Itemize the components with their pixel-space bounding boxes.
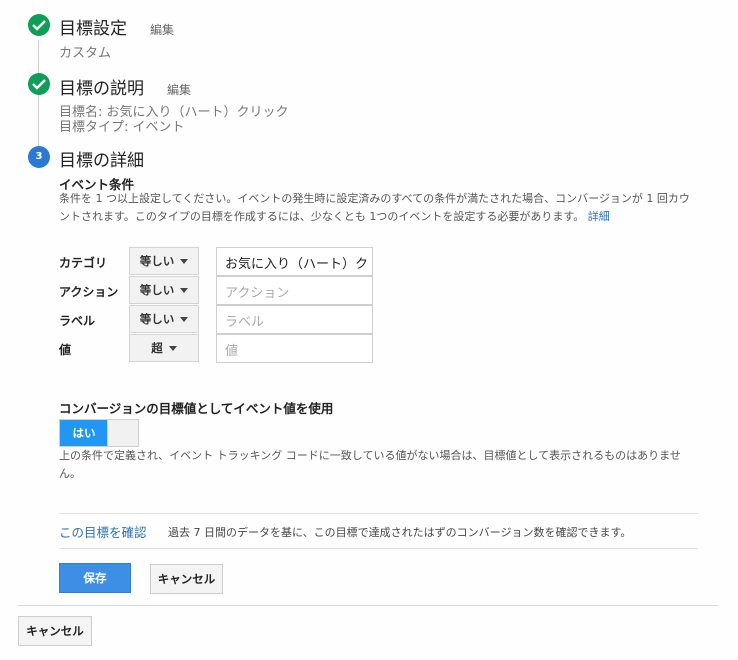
divider	[59, 513, 698, 514]
step-number-badge: 3	[28, 146, 50, 168]
label-operator-dropdown[interactable]: 等しい	[129, 305, 199, 333]
category-label: カテゴリ	[59, 256, 108, 270]
step-title-goal-description: 目標の説明	[59, 79, 144, 99]
toggle-on-label: はい	[60, 420, 108, 446]
event-value-note: 上の条件で定義され、イベント トラッキング コードに一致している値がない場合は、…	[59, 449, 681, 480]
use-event-value-title: コンバージョンの目標値としてイベント値を使用	[59, 401, 334, 416]
value-value-input[interactable]: 値	[216, 334, 373, 363]
category-value-input[interactable]: お気に入り（ハート）ク	[216, 247, 373, 276]
step-title-goal-setup: 目標設定	[59, 19, 127, 39]
verify-goal-link[interactable]: この目標を確認	[59, 522, 147, 541]
step-title-goal-details: 目標の詳細	[59, 151, 144, 171]
step-connector-line	[38, 40, 39, 150]
value-label: 値	[59, 343, 72, 357]
divider	[59, 548, 698, 549]
details-link[interactable]: 詳細	[588, 210, 610, 223]
toggle-knob	[107, 420, 138, 446]
edit-goal-description-link[interactable]: 編集	[167, 81, 191, 98]
goal-type-summary: 目標タイプ: イベント	[59, 120, 185, 135]
action-value-input[interactable]: アクション	[216, 276, 373, 305]
goal-setup-summary: カスタム	[59, 46, 112, 61]
action-label: アクション	[59, 285, 119, 299]
value-operator-dropdown[interactable]: 超	[129, 334, 199, 362]
chevron-down-icon	[168, 346, 177, 351]
label-value-input[interactable]: ラベル	[216, 305, 373, 334]
bottom-cancel-button[interactable]: キャンセル	[18, 616, 92, 646]
save-button[interactable]: 保存	[59, 563, 131, 593]
completed-check-icon	[28, 14, 50, 36]
chevron-down-icon	[180, 259, 189, 264]
verify-goal-description: 過去 7 日間のデータを基に、この目標で達成されたはずのコンバージョン数を確認で…	[168, 526, 632, 539]
divider	[18, 605, 718, 606]
cancel-button[interactable]: キャンセル	[150, 564, 223, 594]
category-operator-dropdown[interactable]: 等しい	[129, 247, 199, 275]
use-event-value-toggle[interactable]: はい	[59, 419, 139, 447]
action-operator-dropdown[interactable]: 等しい	[129, 276, 199, 304]
event-conditions-description: 条件を 1 つ以上設定してください。イベントの発生時に設定済みのすべての条件が満…	[59, 192, 690, 223]
chevron-down-icon	[180, 288, 189, 293]
chevron-down-icon	[180, 317, 189, 322]
label-label: ラベル	[59, 314, 96, 328]
edit-goal-setup-link[interactable]: 編集	[150, 21, 174, 38]
completed-check-icon	[28, 73, 50, 95]
